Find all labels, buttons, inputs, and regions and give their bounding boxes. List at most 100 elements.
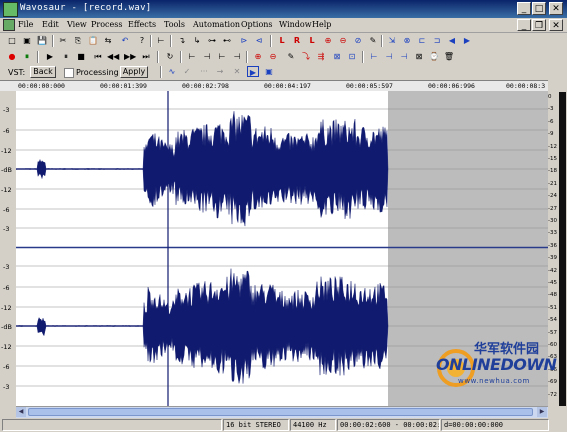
marker-right-icon[interactable]: ⊣ xyxy=(201,51,213,62)
stop-icon[interactable]: ■ xyxy=(75,51,87,62)
app-icon xyxy=(3,2,18,17)
new-file-icon[interactable]: □ xyxy=(6,35,18,46)
processing-checkbox[interactable] xyxy=(64,68,74,78)
region-start-icon[interactable]: ⊢ xyxy=(216,51,228,62)
select-end-icon[interactable]: ⊗ xyxy=(401,35,413,46)
vst-label: VST: xyxy=(8,68,26,77)
meter-label: -60 xyxy=(548,342,557,348)
right-channel-icon[interactable]: R xyxy=(291,35,303,46)
link-icon[interactable]: ⊷ xyxy=(221,35,233,46)
region-end-icon[interactable]: ⊣ xyxy=(231,51,243,62)
maximize-button[interactable]: □ xyxy=(532,2,546,15)
fade-out-icon[interactable]: ⇶ xyxy=(315,51,327,62)
menu-effects[interactable]: Effects xyxy=(128,20,156,29)
window-icon[interactable]: ▣ xyxy=(263,66,275,77)
mark-in-icon[interactable]: ⊢ xyxy=(368,51,380,62)
right-channel-waveform xyxy=(15,268,389,384)
paste-icon[interactable]: 📋 xyxy=(87,35,99,46)
help-icon[interactable]: ⊢ xyxy=(155,35,167,46)
marker-left-icon[interactable]: ⊢ xyxy=(186,51,198,62)
axis-label: -12 xyxy=(1,304,12,312)
mark-out-icon[interactable]: ⊣ xyxy=(383,51,395,62)
mark-split-icon[interactable]: ⊣ xyxy=(398,51,410,62)
normalize-icon[interactable]: ⊕ xyxy=(322,35,334,46)
reduce-icon[interactable]: ⊖ xyxy=(267,51,279,62)
rewind-icon[interactable]: ◀◀ xyxy=(107,51,119,62)
play-box-icon[interactable]: ▶ xyxy=(247,66,259,77)
trash-icon[interactable]: 🗑 xyxy=(443,51,455,62)
trim-icon[interactable]: ⊡ xyxy=(346,51,358,62)
loop-start-icon[interactable]: ↳ xyxy=(191,35,203,46)
save-icon[interactable]: 💾 xyxy=(36,35,48,46)
loop-icon[interactable]: ↻ xyxy=(164,51,176,62)
left-channel-icon[interactable]: L xyxy=(276,35,288,46)
minimize-button[interactable]: _ xyxy=(517,2,531,15)
zoom-out-icon[interactable]: ⊲ xyxy=(253,35,265,46)
pause-record-icon[interactable]: ⏸ xyxy=(21,51,33,62)
undo-icon[interactable]: ? xyxy=(136,35,148,46)
doc-close-button[interactable]: ✕ xyxy=(549,19,563,31)
scroll-left-icon[interactable]: ◀ xyxy=(16,407,26,417)
apply-button[interactable]: Apply xyxy=(120,66,148,78)
scroll-thumb[interactable] xyxy=(28,408,533,416)
nudge-right-icon[interactable]: ▶ xyxy=(461,35,473,46)
nudge-left-icon[interactable]: ◀ xyxy=(446,35,458,46)
timer-icon[interactable]: ⌚ xyxy=(428,51,440,62)
select-right-icon[interactable]: ⊐ xyxy=(431,35,443,46)
dots-icon[interactable]: ··· xyxy=(198,66,210,77)
menu-process[interactable]: Process xyxy=(91,20,122,29)
menu-options[interactable]: Options xyxy=(241,20,273,29)
stereo-icon[interactable]: L xyxy=(306,35,318,46)
doc-restore-button[interactable]: ❐ xyxy=(532,19,546,31)
slice-icon[interactable]: ⊠ xyxy=(413,51,425,62)
open-file-icon[interactable]: ▣ xyxy=(21,35,33,46)
meter-label: -24 xyxy=(548,193,557,200)
amplify-icon[interactable]: ⊕ xyxy=(252,51,264,62)
check-icon[interactable]: ✓ xyxy=(181,66,193,77)
x-icon[interactable]: ✕ xyxy=(231,66,243,77)
record-icon[interactable]: ● xyxy=(6,51,18,62)
fast-forward-icon[interactable]: ▶▶ xyxy=(124,51,136,62)
menu-automation[interactable]: Automation xyxy=(193,20,240,29)
crop-icon[interactable]: ⇆ xyxy=(102,35,114,46)
status-empty xyxy=(2,419,222,431)
horizontal-scrollbar[interactable]: ◀ ▶ xyxy=(16,406,548,418)
menu-help[interactable]: Help xyxy=(312,20,331,29)
silence-icon[interactable]: ⊠ xyxy=(331,51,343,62)
copy-icon[interactable]: ⎘ xyxy=(72,35,84,46)
swap-icon[interactable]: ↶ xyxy=(119,35,131,46)
menu-tools[interactable]: Tools xyxy=(164,20,185,29)
scroll-right-icon[interactable]: ▶ xyxy=(537,407,547,417)
cut-icon[interactable]: ✂ xyxy=(57,35,69,46)
menu-edit[interactable]: Edit xyxy=(42,20,59,29)
fade-in-icon[interactable]: ⤵ xyxy=(300,51,312,62)
doc-minimize-button[interactable]: _ xyxy=(517,19,531,31)
menu-file[interactable]: File xyxy=(18,20,33,29)
arrow-icon[interactable]: → xyxy=(214,66,226,77)
meter-label: -51 xyxy=(548,304,557,311)
marker-icon[interactable]: ↴ xyxy=(176,35,188,46)
watermark-brand: ONLINEDOWN xyxy=(436,355,557,374)
menu-window[interactable]: Window xyxy=(279,20,312,29)
fade-icon[interactable]: ⊖ xyxy=(337,35,349,46)
zoom-in-icon[interactable]: ⊳ xyxy=(238,35,250,46)
axis-label: -6 xyxy=(3,284,10,292)
pause-icon[interactable]: ⏸ xyxy=(60,51,72,62)
wave-tool-icon[interactable]: ∿ xyxy=(166,66,178,77)
select-start-icon[interactable]: ⇲ xyxy=(386,35,398,46)
skip-start-icon[interactable]: ⏮ xyxy=(92,51,104,62)
meter-label: -30 xyxy=(548,218,557,224)
menu-view[interactable]: View xyxy=(67,20,87,29)
pencil-icon[interactable]: ✎ xyxy=(285,51,297,62)
axis-label: -3 xyxy=(3,263,10,271)
back-button[interactable]: Back xyxy=(30,66,56,78)
play-icon[interactable]: ▶ xyxy=(44,51,56,62)
delete-icon[interactable]: ✎ xyxy=(367,35,379,46)
axis-label: -6 xyxy=(3,363,10,371)
close-button[interactable]: ✕ xyxy=(549,2,563,15)
loop-end-icon[interactable]: ⊶ xyxy=(206,35,218,46)
document-icon[interactable] xyxy=(3,19,15,31)
invert-icon[interactable]: ⊘ xyxy=(352,35,364,46)
skip-end-icon[interactable]: ⏭ xyxy=(140,51,152,62)
select-left-icon[interactable]: ⊏ xyxy=(416,35,428,46)
